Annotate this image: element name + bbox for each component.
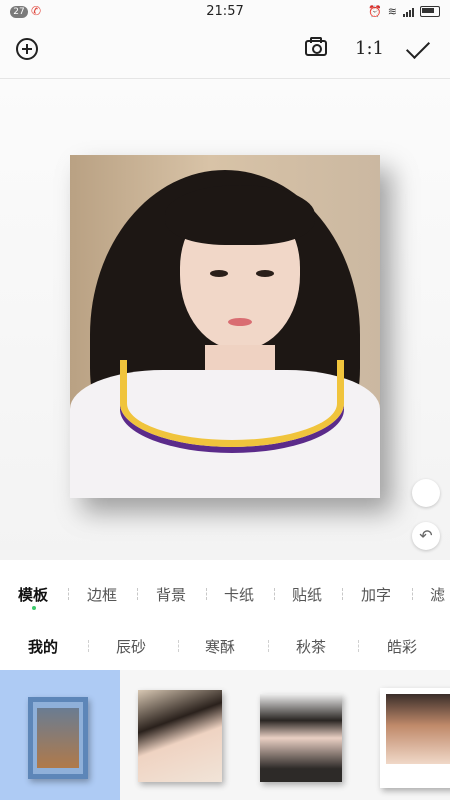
- circle-button[interactable]: [412, 479, 440, 507]
- category-tabs: 模板 边框 背景 卡纸 贴纸 加字 滤: [0, 570, 450, 618]
- active-tab-indicator: [32, 606, 36, 610]
- sub-tab-haocai[interactable]: 皓彩: [387, 636, 417, 657]
- template-item[interactable]: [360, 670, 450, 800]
- status-icons: ⏰ ≋: [368, 5, 440, 18]
- wifi-icon: ≋: [387, 5, 397, 18]
- top-toolbar: 1:1: [0, 24, 450, 79]
- tab-border[interactable]: 边框: [87, 584, 117, 605]
- checkmark-icon[interactable]: [405, 34, 431, 60]
- template-item[interactable]: [0, 670, 120, 800]
- tab-cardboard[interactable]: 卡纸: [224, 584, 254, 605]
- sub-tab-mine[interactable]: 我的: [28, 636, 58, 657]
- tab-background[interactable]: 背景: [156, 584, 186, 605]
- camera-icon[interactable]: [305, 37, 327, 56]
- tab-sticker[interactable]: 贴纸: [292, 584, 322, 605]
- editing-canvas: ↶: [0, 79, 450, 560]
- alarm-icon: ⏰: [368, 5, 382, 18]
- sub-tab-chensha[interactable]: 辰砂: [116, 636, 146, 657]
- undo-icon[interactable]: ↶: [412, 522, 440, 550]
- template-sub-tabs: 我的 辰砂 寒酥 秋茶 皓彩: [0, 620, 450, 668]
- tab-template[interactable]: 模板: [18, 584, 48, 605]
- tab-filter[interactable]: 滤: [430, 584, 445, 605]
- template-item[interactable]: [120, 670, 240, 800]
- sub-tab-hansu[interactable]: 寒酥: [205, 636, 235, 657]
- template-item[interactable]: [240, 670, 360, 800]
- add-circle-icon[interactable]: [16, 38, 38, 60]
- status-bar: 27 ✆ 21:57 ⏰ ≋: [0, 0, 450, 24]
- portrait-photo[interactable]: [70, 155, 380, 498]
- tab-text[interactable]: 加字: [361, 584, 391, 605]
- sub-tab-qiucha[interactable]: 秋茶: [296, 636, 326, 657]
- aspect-ratio-button[interactable]: 1:1: [355, 38, 384, 59]
- template-strip: [0, 670, 450, 800]
- signal-icon: [403, 7, 414, 17]
- battery-icon: [420, 6, 440, 17]
